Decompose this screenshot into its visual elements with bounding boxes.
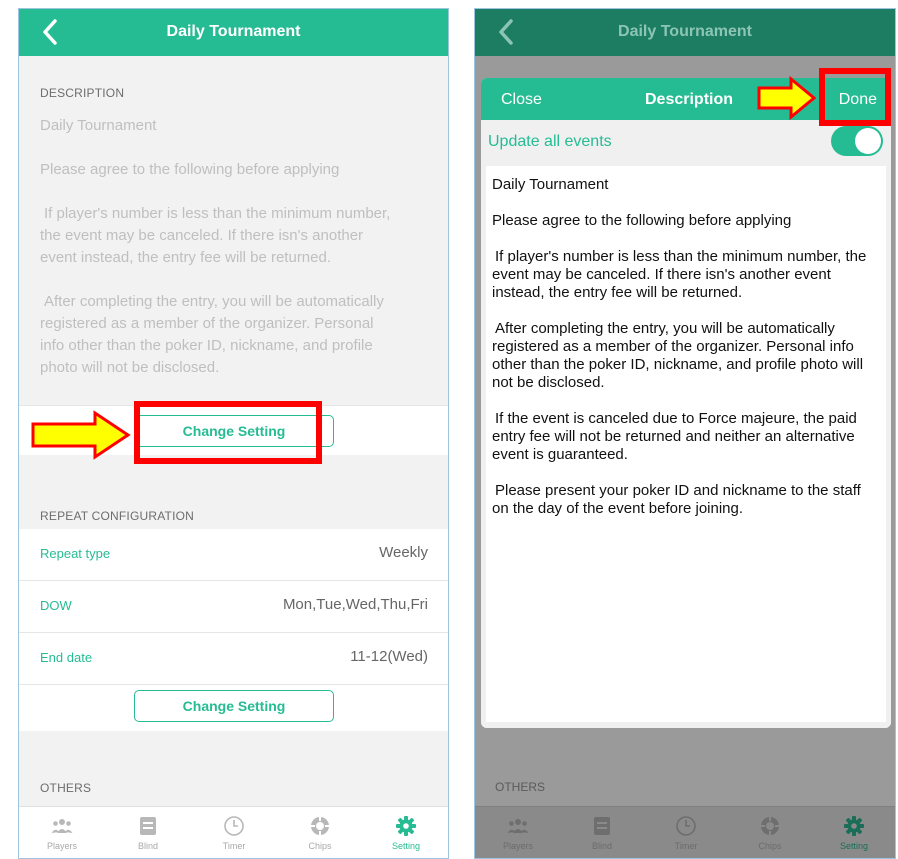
players-icon [51,819,73,833]
tab-label: Timer [222,841,246,851]
tab-chips[interactable]: Chips [277,807,363,858]
modal-body: Update all events Daily Tournament Pleas… [481,120,891,728]
tab-setting[interactable]: Setting [363,807,448,858]
blind-icon [594,817,610,835]
highlight-box-change-setting [134,401,322,464]
repeat-config-block: Repeat type Weekly DOW Mon,Tue,Wed,Thu,F… [19,529,448,731]
row-label: Repeat type [40,546,111,561]
tab-blind[interactable]: Blind [105,807,191,858]
others-header: OTHERS [495,780,546,794]
tab-setting: Setting [811,807,895,858]
tab-label: Players [502,841,533,851]
tab-timer: Timer [643,807,729,858]
highlight-box-done [819,68,891,126]
description-textarea[interactable]: Daily Tournament Please agree to the fol… [486,166,886,722]
nav-bar-dimmed: Daily Tournament [475,9,895,56]
text-line: If the event is canceled due to Force ma… [492,410,857,463]
tab-label: Timer [674,841,698,851]
timer-icon [224,816,244,836]
description-modal: Close Description Done Update all events… [481,78,891,728]
page-title: Daily Tournament [166,23,301,40]
text-line: If player's number is less than the mini… [492,248,867,301]
close-button[interactable]: Close [501,91,542,109]
arrow-icon [757,76,817,120]
chips-icon [311,817,329,835]
timer-icon [676,816,696,836]
right-screen: Daily Tournament Close Description Done … [474,8,896,859]
update-all-label: Update all events [488,133,612,150]
description-header: DESCRIPTION [40,86,125,100]
chips-icon [761,817,779,835]
tab-bar-dimmed: Players Blind Timer Chips Setting [475,806,895,858]
repeat-config-header: REPEAT CONFIGURATION [40,509,195,523]
change-repeat-button[interactable]: Change Setting [134,690,334,722]
blind-icon [140,817,156,835]
tab-players[interactable]: Players [19,807,105,858]
tab-label: Setting [839,841,869,851]
text-line: Please present your poker ID and nicknam… [492,482,861,517]
row-value: 11-12(Wed) [350,648,428,665]
toggle-knob [855,128,881,154]
tab-bar: Players Blind Timer Chips Setting [19,806,448,858]
tab-blind: Blind [559,807,645,858]
tab-chips: Chips [727,807,813,858]
text-line: Daily Tournament [492,176,609,193]
dow-row[interactable]: DOW Mon,Tue,Wed,Thu,Fri [19,581,448,633]
description-line: After completing the entry, you will be … [40,293,384,376]
row-value: Weekly [379,544,428,561]
arrow-icon [31,410,131,460]
tab-label: Setting [391,841,421,851]
tab-label: Chips [758,841,782,851]
description-line: Please agree to the following before app… [40,161,340,178]
end-date-row[interactable]: End date 11-12(Wed) [19,633,448,685]
update-all-toggle[interactable] [831,126,883,156]
row-label: End date [40,650,93,665]
description-line: If player's number is less than the mini… [40,205,391,266]
others-header: OTHERS [40,781,92,795]
tab-label: Chips [308,841,332,851]
description-text: Daily Tournament Please agree to the fol… [40,115,400,401]
nav-bar: Daily Tournament [19,9,448,56]
tab-label: Blind [591,841,612,851]
row-value: Mon,Tue,Wed,Thu,Fri [282,596,428,613]
tab-timer[interactable]: Timer [191,807,277,858]
repeat-type-row[interactable]: Repeat type Weekly [19,529,448,581]
text-line: After completing the entry, you will be … [492,320,864,391]
tab-label: Blind [137,841,158,851]
text-line: Please agree to the following before app… [492,212,792,229]
row-label: DOW [40,598,72,613]
description-line: Daily Tournament [40,117,157,134]
modal-title: Description [645,91,734,108]
gear-icon [844,816,864,836]
tab-players: Players [475,807,561,858]
tab-label: Players [46,841,77,851]
page-title: Daily Tournament [618,23,752,40]
gear-icon [396,816,416,836]
players-icon [507,819,529,833]
